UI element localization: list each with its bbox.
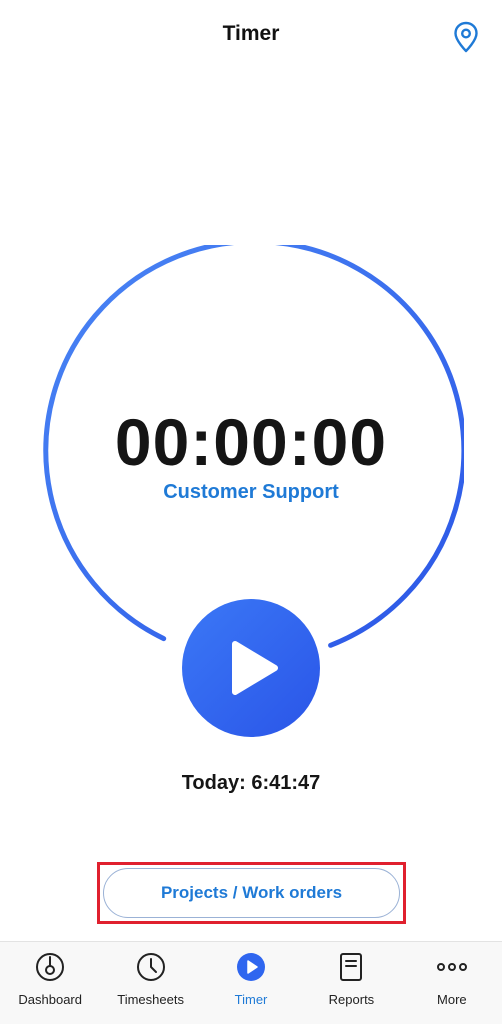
location-button[interactable] (451, 20, 481, 54)
tab-label: Dashboard (18, 992, 82, 1007)
tab-bar: Dashboard Timesheets Timer Reports More (0, 941, 502, 1024)
projects-work-orders-button[interactable]: Projects / Work orders (103, 868, 400, 918)
tab-dashboard[interactable]: Dashboard (0, 942, 100, 1024)
tab-label: More (437, 992, 467, 1007)
clock-icon (136, 953, 165, 981)
more-dots-icon (436, 963, 467, 971)
page-title: Timer (222, 22, 280, 45)
header: Timer (0, 0, 502, 72)
current-project[interactable]: Customer Support (0, 481, 502, 504)
today-total: Today: 6:41:47 (181, 772, 321, 794)
tab-label: Timesheets (117, 992, 184, 1007)
document-icon (340, 953, 363, 981)
tab-label: Timer (234, 992, 268, 1007)
projects-button-label: Projects / Work orders (160, 883, 343, 902)
tab-timer[interactable]: Timer (201, 942, 301, 1024)
start-timer-button[interactable] (182, 599, 320, 737)
dashboard-icon (36, 953, 65, 981)
elapsed-time: 00:00:00 (114, 405, 388, 479)
tab-timesheets[interactable]: Timesheets (100, 942, 200, 1024)
play-circle-icon (237, 953, 266, 981)
tab-label: Reports (328, 992, 375, 1007)
map-pin-icon (454, 21, 478, 53)
tab-reports[interactable]: Reports (301, 942, 401, 1024)
tab-more[interactable]: More (402, 942, 502, 1024)
timer-screen: Timer 00:00:00 Customer Support Today: 6… (0, 0, 502, 1024)
play-icon (232, 641, 278, 695)
